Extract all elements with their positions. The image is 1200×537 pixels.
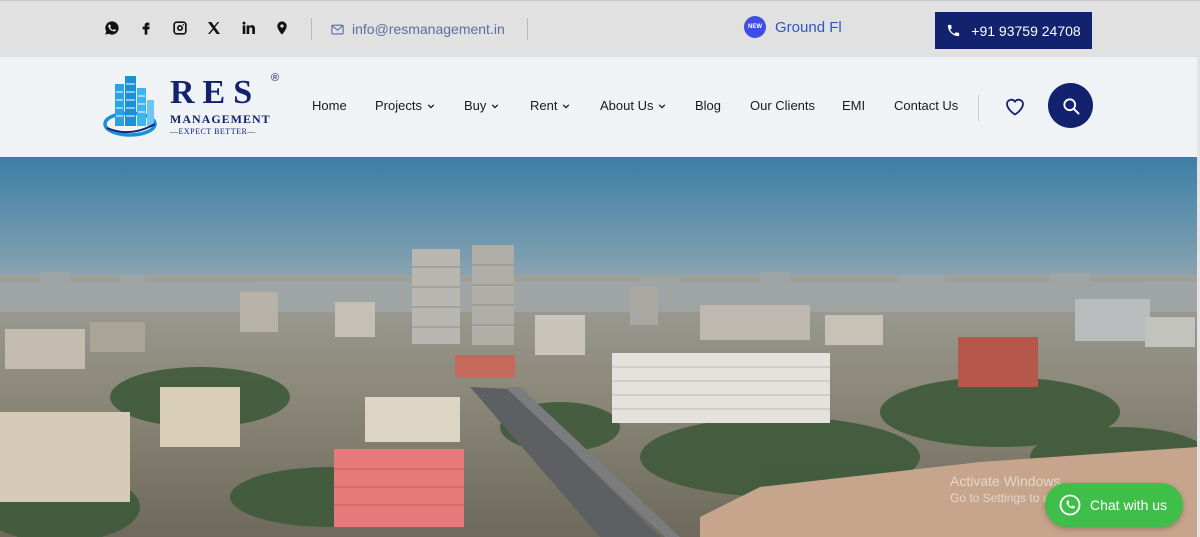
nav-label: Home (312, 98, 347, 113)
whatsapp-icon[interactable] (103, 19, 120, 36)
buildings-logo-icon (103, 76, 157, 137)
chevron-down-icon (427, 103, 435, 109)
email-text: info@resmanagement.in (352, 21, 505, 37)
social-links (103, 19, 290, 36)
chevron-down-icon (492, 103, 499, 109)
header-divider (978, 95, 979, 121)
nav-rent[interactable]: Rent (530, 98, 570, 113)
location-pin-icon[interactable] (273, 19, 290, 36)
nav-label: Our Clients (750, 98, 816, 113)
nav-emi[interactable]: EMI (842, 98, 865, 113)
logo-title: RES (170, 74, 261, 111)
phone-icon (948, 24, 960, 37)
nav-label: Rent (530, 98, 558, 113)
nav-label: Contact Us (894, 98, 959, 113)
nav-our-clients[interactable]: Our Clients (750, 98, 815, 113)
nav-about-us[interactable]: About Us (600, 98, 666, 113)
nav-buy[interactable]: Buy (464, 98, 499, 113)
nav-label: Blog (695, 98, 722, 113)
top-bar: info@resmanagement.in NEW Ground Fl +91 … (0, 0, 1200, 57)
topbar-divider (527, 18, 528, 40)
ticker-text: Ground Fl (775, 18, 842, 36)
whatsapp-icon (1059, 494, 1081, 516)
facebook-icon[interactable] (137, 19, 154, 36)
new-badge: NEW (744, 16, 766, 38)
topbar-divider (311, 18, 312, 40)
nav-label: About Us (600, 98, 654, 113)
news-ticker[interactable]: NEW Ground Fl (744, 14, 842, 40)
logo-subtitle: MANAGEMENT (170, 112, 271, 126)
chevron-down-icon (659, 103, 666, 109)
registered-mark: ® (271, 72, 280, 84)
chat-label: Chat with us (1090, 497, 1168, 513)
hero-banner: Activate Windows Go to Settings to activ… (0, 157, 1197, 537)
phone-number: +91 93759 24708 (971, 22, 1081, 39)
call-button[interactable]: +91 93759 24708 (935, 12, 1092, 49)
chevron-down-icon (563, 103, 570, 109)
x-icon[interactable] (205, 19, 222, 36)
site-logo[interactable]: RES ® MANAGEMENT —EXPECT BETTER— (103, 72, 283, 142)
email-link[interactable]: info@resmanagement.in (330, 21, 505, 37)
heart-icon[interactable] (1003, 94, 1027, 118)
nav-projects[interactable]: Projects (375, 98, 435, 113)
instagram-icon[interactable] (171, 19, 188, 36)
whatsapp-chat-button[interactable]: Chat with us (1045, 483, 1183, 527)
nav-label: Projects (375, 98, 422, 113)
main-header: RES ® MANAGEMENT —EXPECT BETTER— Home Pr… (0, 57, 1197, 157)
search-button[interactable] (1048, 83, 1093, 128)
linkedin-icon[interactable] (239, 19, 256, 36)
nav-contact-us[interactable]: Contact Us (894, 98, 958, 113)
nav-label: Buy (464, 98, 487, 113)
nav-home[interactable]: Home (312, 98, 347, 113)
search-icon (1062, 97, 1079, 114)
logo-tagline: —EXPECT BETTER— (170, 127, 256, 136)
nav-blog[interactable]: Blog (695, 98, 721, 113)
nav-label: EMI (842, 98, 866, 113)
mail-icon (331, 24, 344, 34)
